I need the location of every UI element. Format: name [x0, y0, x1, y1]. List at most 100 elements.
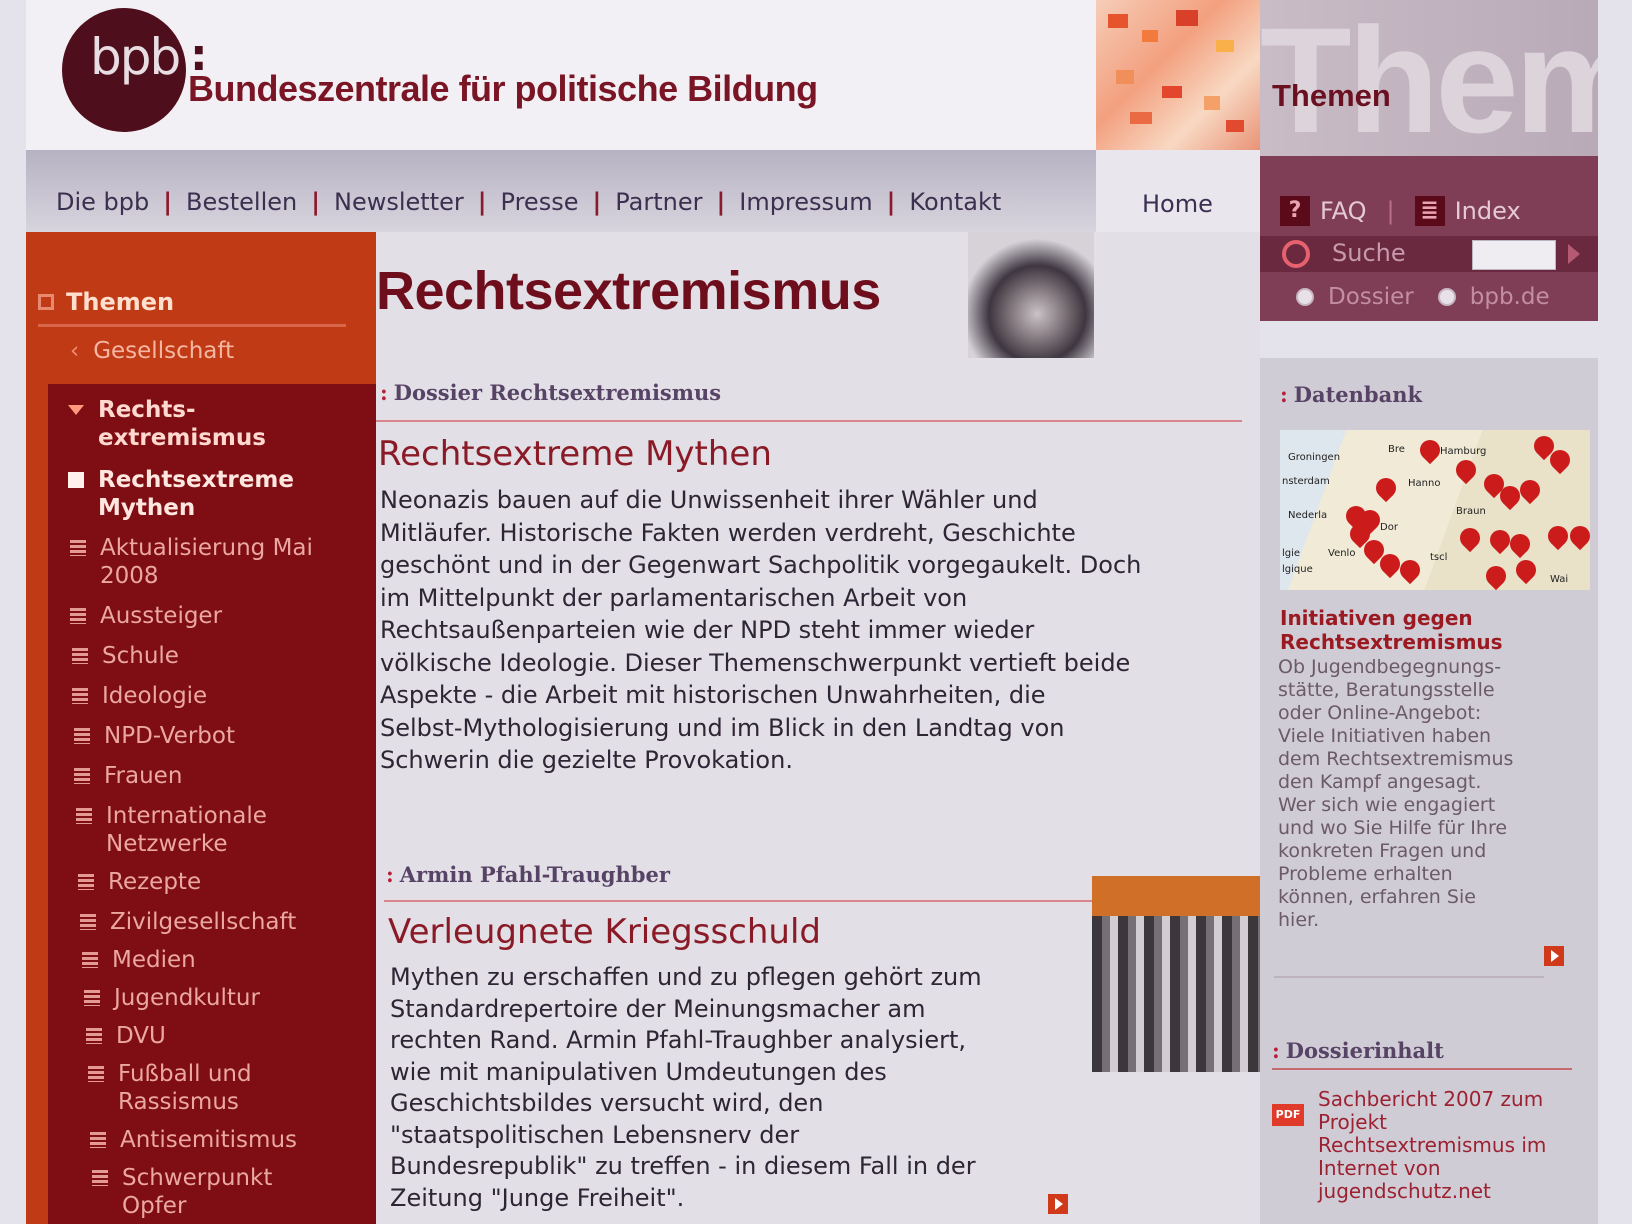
- sidebar-open-label: Rechts- extremismus: [98, 397, 266, 451]
- index-link[interactable]: Index: [1455, 197, 1521, 225]
- sidebar-item[interactable]: Aussteiger: [70, 602, 320, 630]
- sidebar-item[interactable]: NPD-Verbot: [74, 722, 324, 750]
- sidebar-item[interactable]: Jugendkultur: [84, 984, 334, 1012]
- map-label: lgie: [1282, 548, 1301, 559]
- article1-title[interactable]: Rechtsextreme Mythen: [378, 434, 772, 474]
- nav-item-partner[interactable]: Partner: [615, 188, 702, 216]
- sidebar-item-label: Jugendkultur: [114, 985, 260, 1011]
- sidebar-item-label: Frauen: [104, 763, 183, 789]
- sidebar-item[interactable]: Schwerpunkt Opfer: [92, 1164, 342, 1220]
- list-bullet-icon: [90, 1132, 106, 1148]
- sidebar-item[interactable]: DVU: [86, 1022, 336, 1050]
- nav-separator: |: [477, 188, 487, 216]
- nav-item-kontakt[interactable]: Kontakt: [909, 188, 1001, 216]
- list-bullet-icon: [78, 874, 94, 890]
- sidebar-item[interactable]: Fußball und Rassismus: [88, 1060, 338, 1116]
- initiatives-more-arrow-icon[interactable]: [1544, 946, 1564, 966]
- left-sidebar: Themen ‹ Gesellschaft Rechts- extremismu…: [26, 232, 376, 1224]
- map-pin-icon[interactable]: [1455, 523, 1485, 553]
- faq-icon[interactable]: ?: [1280, 196, 1310, 226]
- map-pin-icon[interactable]: [1565, 521, 1590, 551]
- faq-link[interactable]: FAQ: [1320, 197, 1367, 225]
- text-line: Aspekte - die Arbeit mit historischen Un…: [380, 681, 1046, 709]
- article1-kicker: Dossier Rechtsextremismus: [380, 380, 721, 405]
- sidebar-item[interactable]: Zivilgesellschaft: [80, 908, 330, 936]
- text-line: Bundesrepublik" zu treffen - in diesem F…: [390, 1152, 976, 1180]
- sidebar-item[interactable]: Rechtsextreme Mythen: [68, 466, 318, 522]
- list-bullet-icon: [92, 1170, 108, 1186]
- dossierinhalt-rule: [1272, 1068, 1572, 1070]
- nav-item-newsletter[interactable]: Newsletter: [334, 188, 464, 216]
- nav-separator: |: [592, 188, 602, 216]
- map-pin-icon[interactable]: [1451, 455, 1481, 485]
- text-line: Selbst-Mythologisierung und im Blick in …: [380, 713, 1065, 742]
- nav-item-impressum[interactable]: Impressum: [739, 188, 872, 216]
- sidebar-head-label: Themen: [66, 288, 175, 316]
- map-label: tscl: [1430, 552, 1448, 563]
- text-line: Mythen zu erschaffen und zu pflegen gehö…: [390, 963, 982, 991]
- map-pin-icon[interactable]: [1543, 521, 1573, 551]
- article2-image[interactable]: [1092, 916, 1262, 1072]
- text-line: und wo Sie Hilfe für Ihre: [1278, 817, 1508, 839]
- sidebar-item[interactable]: Ideologie: [72, 682, 322, 710]
- sidebar-item-label: Aktualisierung Mai 2008: [100, 535, 313, 589]
- logo-text[interactable]: bpb: [90, 28, 181, 86]
- initiatives-title[interactable]: Initiativen gegen Rechtsextremismus: [1280, 606, 1580, 654]
- org-name[interactable]: Bundeszentrale für politische Bildung: [188, 68, 818, 110]
- article2-title[interactable]: Verleugnete Kriegsschuld: [388, 912, 821, 952]
- list-bullet-icon: [88, 1066, 104, 1082]
- sidebar-item[interactable]: Aktualisierung Mai 2008: [70, 534, 320, 590]
- text-line: Probleme erhalten: [1278, 863, 1453, 885]
- initiatives-map[interactable]: Groningen Bre Hamburg nsterdam Hanno Nederla B…: [1280, 430, 1590, 590]
- text-line: Rechtsaußenparteien wie der NPD steht im…: [380, 616, 1035, 644]
- text-line: stätte, Beratungsstelle: [1278, 679, 1495, 701]
- text-line: "staatspolitischen Lebensnerv der: [390, 1120, 800, 1149]
- chevron-left-icon: ‹: [70, 338, 80, 364]
- map-pin-icon[interactable]: [1371, 473, 1401, 503]
- map-pin-icon[interactable]: [1481, 561, 1511, 590]
- sidebar-item[interactable]: Schule: [72, 642, 322, 670]
- text-line: können, erfahren Sie: [1278, 886, 1476, 908]
- sidebar-item[interactable]: Frauen: [74, 762, 324, 790]
- list-bullet-icon: [82, 952, 98, 968]
- map-pin-icon[interactable]: [1395, 555, 1425, 585]
- home-link[interactable]: Home: [1142, 190, 1213, 218]
- index-icon[interactable]: ≣: [1414, 196, 1445, 226]
- text-line: Viele Initiativen haben: [1278, 725, 1492, 747]
- radio-bpb[interactable]: [1437, 288, 1456, 306]
- radio-dossier-label[interactable]: Dossier: [1328, 284, 1414, 310]
- top-navigation: Die bpb | Bestellen | Newsletter | Presse | Part…: [26, 150, 1096, 232]
- text-line: Neonazis bauen auf die Unwissenheit ihre…: [380, 486, 1038, 514]
- sidebar-item[interactable]: Medien: [82, 946, 332, 974]
- search-submit-arrow-icon[interactable]: [1568, 244, 1580, 264]
- map-pin-icon[interactable]: [1511, 555, 1541, 585]
- search-icon: [1282, 240, 1310, 268]
- map-pin-icon[interactable]: [1415, 435, 1445, 465]
- radio-dossier[interactable]: [1296, 288, 1314, 306]
- sidebar-item[interactable]: Antisemitismus: [90, 1126, 340, 1154]
- dossier-pdf-link[interactable]: Sachbericht 2007 zum Projekt Rechtsextre…: [1318, 1088, 1588, 1203]
- map-pin-icon[interactable]: [1515, 475, 1545, 505]
- sidebar-head[interactable]: Themen: [38, 282, 338, 322]
- text-line: Ob Jugendbegegnungs-: [1278, 656, 1502, 678]
- sidebar-item[interactable]: Internationale Netzwerke: [76, 802, 326, 858]
- list-bullet-icon: [70, 540, 86, 556]
- text-line: völkische Ideologie. Dieser Themenschwer…: [380, 648, 1131, 677]
- sidebar-item-label: NPD-Verbot: [104, 723, 235, 749]
- map-label: Venlo: [1328, 548, 1356, 559]
- map-pin-icon[interactable]: [1505, 529, 1535, 559]
- radio-bpb-label[interactable]: bpb.de: [1470, 284, 1550, 310]
- nav-item-presse[interactable]: Presse: [501, 188, 579, 216]
- sidebar-item-label: DVU: [116, 1023, 166, 1049]
- nav-item-bestellen[interactable]: Bestellen: [186, 188, 297, 216]
- themen-label[interactable]: Themen: [1272, 78, 1391, 114]
- text-line: Mitläufer. Historische Fakten werden ver…: [380, 518, 1076, 547]
- nav-item-die-bpb[interactable]: Die bpb: [56, 188, 149, 216]
- sidebar-item-rechtsextremismus[interactable]: Rechts- extremismus: [68, 396, 266, 452]
- map-label: Dor: [1380, 522, 1398, 533]
- sidebar-item[interactable]: Rezepte: [78, 868, 328, 896]
- collapse-icon: [38, 294, 54, 310]
- article2-more-arrow-icon[interactable]: [1048, 1194, 1068, 1214]
- search-input[interactable]: [1472, 240, 1556, 270]
- sidebar-item-gesellschaft[interactable]: ‹ Gesellschaft: [70, 338, 234, 364]
